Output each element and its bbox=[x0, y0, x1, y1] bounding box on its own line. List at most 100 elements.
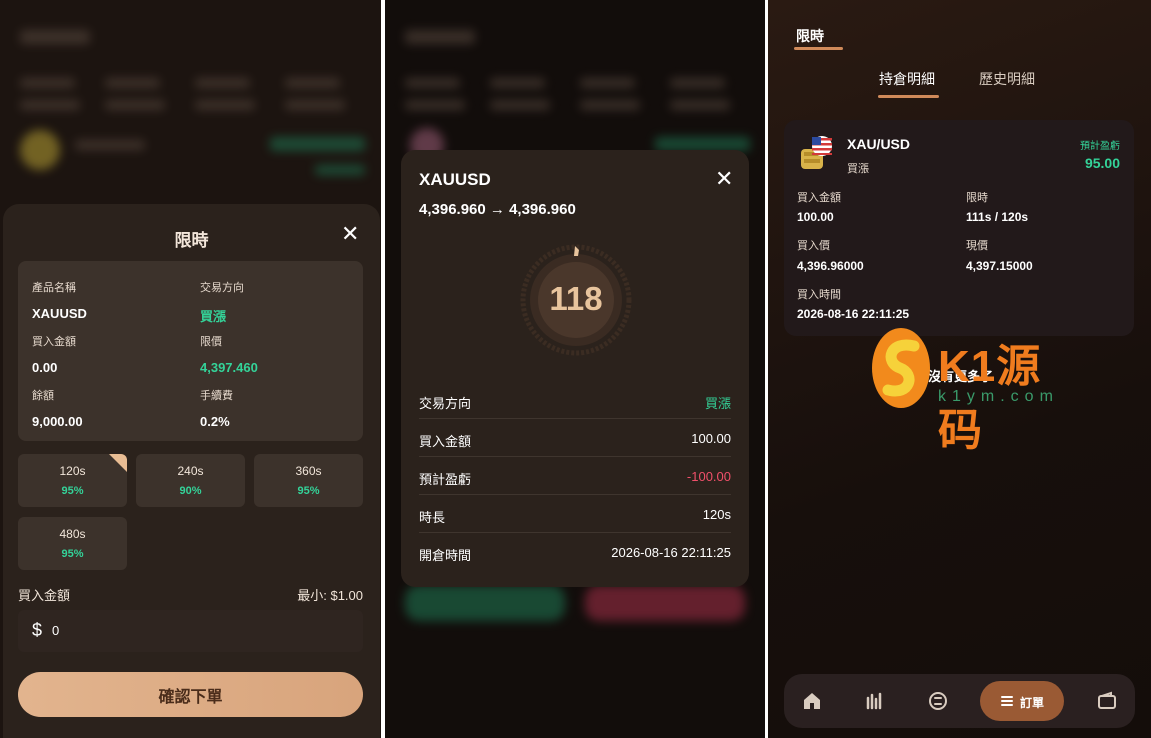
expected-pl-label: 預計盈虧 bbox=[1080, 141, 1120, 152]
detail-label: 買入金額 bbox=[419, 434, 472, 449]
detail-value: 100.00 bbox=[691, 431, 731, 446]
product-field: 產品名稱 XAUUSD bbox=[32, 279, 87, 321]
close-icon[interactable]: ✕ bbox=[341, 223, 359, 245]
dollar-icon: $ bbox=[32, 620, 43, 640]
direction-label: 交易方向 bbox=[200, 282, 244, 294]
duration-time: 240s bbox=[177, 464, 204, 478]
duration-option-120s[interactable]: 120s 95% bbox=[18, 454, 127, 507]
product-label: 產品名稱 bbox=[32, 282, 76, 294]
menu-list-icon bbox=[1001, 696, 1013, 706]
tab-indicator bbox=[794, 47, 843, 50]
countdown-value: 118 bbox=[549, 280, 603, 317]
limit-price-value: 4,397.460 bbox=[200, 360, 258, 375]
detail-label: 預計盈虧 bbox=[419, 472, 472, 487]
tab-limited-time[interactable]: 限時 bbox=[796, 26, 824, 46]
direction-value: 買漲 bbox=[200, 309, 227, 324]
amount-value: 100.00 bbox=[797, 210, 834, 224]
detail-label: 時長 bbox=[419, 510, 446, 525]
position-pair: XAU/USD bbox=[847, 136, 911, 152]
buy-price-label: 買入價 bbox=[797, 240, 830, 252]
price-to: 4,396.960 bbox=[509, 201, 576, 218]
tab-indicator bbox=[878, 95, 939, 98]
market-chart-icon[interactable] bbox=[863, 689, 887, 713]
fee-field: 手續費 0.2% bbox=[200, 387, 233, 429]
amount-input-value[interactable]: 0 bbox=[52, 623, 59, 638]
position-direction: 買漲 bbox=[847, 163, 869, 175]
home-icon[interactable] bbox=[800, 689, 824, 713]
direction-field: 交易方向 買漲 bbox=[200, 279, 244, 325]
duration-option-240s[interactable]: 240s 90% bbox=[136, 454, 245, 507]
limit-price-field: 限價 4,397.460 bbox=[200, 333, 258, 375]
position-card[interactable]: XAU/USD 買漲 預計盈虧 95.00 買入金額 100.00 限時 111… bbox=[784, 120, 1134, 336]
nav-orders-label: 訂單 bbox=[1020, 696, 1045, 710]
selected-corner-marker bbox=[109, 454, 127, 472]
fee-value: 0.2% bbox=[200, 414, 230, 429]
countdown-modal: XAUUSD ✕ 4,396.960 → 4,396.960 118 交易方向 … bbox=[401, 150, 749, 587]
duration-payout: 90% bbox=[179, 485, 202, 497]
fee-label: 手續費 bbox=[200, 390, 233, 402]
watermark-logo: K1源码 k1ym.com bbox=[868, 326, 1078, 455]
min-amount-label: 最小: $1.00 bbox=[297, 588, 363, 603]
amount-input-field[interactable]: $ 0 bbox=[18, 610, 363, 652]
limit-price-label: 限價 bbox=[200, 336, 222, 348]
detail-value: 2026-08-16 22:11:25 bbox=[611, 545, 731, 560]
tab-positions[interactable]: 持倉明細 bbox=[879, 69, 935, 89]
amount-label: 買入金額 bbox=[32, 336, 76, 348]
balance-value: 9,000.00 bbox=[32, 414, 83, 429]
wallet-icon[interactable] bbox=[1095, 689, 1119, 713]
detail-row-duration: 時長 120s bbox=[419, 495, 731, 533]
buy-time-label: 買入時間 bbox=[797, 289, 841, 301]
duration-time: 480s bbox=[59, 527, 86, 541]
current-price-value: 4,397.15000 bbox=[966, 259, 1033, 273]
current-price-label: 現價 bbox=[966, 240, 988, 252]
duration-payout: 95% bbox=[61, 548, 84, 560]
order-sheet-screen: 限時 ✕ 產品名稱 XAUUSD 交易方向 買漲 買入金額 0.00 限價 4,… bbox=[0, 0, 381, 738]
buy-amount-row: 買入金額 最小: $1.00 bbox=[18, 585, 363, 604]
k1-logo-icon bbox=[872, 328, 930, 408]
product-value: XAUUSD bbox=[32, 306, 87, 321]
time-limit-value: 111s / 120s bbox=[966, 210, 1029, 224]
orders-screen: 限時 持倉明細 歷史明細 XAU/USD 買漲 預計盈虧 95.00 買入金額 … bbox=[768, 0, 1151, 738]
detail-row-direction: 交易方向 買漲 bbox=[419, 381, 731, 419]
duration-option-360s[interactable]: 360s 95% bbox=[254, 454, 363, 507]
buy-time-value: 2026-08-16 22:11:25 bbox=[797, 307, 910, 321]
detail-value: 買漲 bbox=[704, 396, 731, 411]
duration-option-480s[interactable]: 480s 95% bbox=[18, 517, 127, 570]
expected-pl-value: 95.00 bbox=[1084, 155, 1120, 171]
buy-price-value: 4,396.96000 bbox=[797, 259, 864, 273]
price-change: 4,396.960 → 4,396.960 bbox=[419, 201, 576, 218]
sheet-title: 限時 bbox=[174, 231, 209, 250]
modal-symbol: XAUUSD bbox=[419, 170, 491, 189]
arrow-right-icon: → bbox=[489, 201, 505, 218]
balance-label: 餘額 bbox=[32, 390, 54, 402]
detail-row-amount: 買入金額 100.00 bbox=[419, 419, 731, 457]
detail-label: 交易方向 bbox=[419, 396, 472, 411]
buy-amount-label: 買入金額 bbox=[18, 588, 71, 603]
gold-usd-flag-icon bbox=[801, 136, 832, 169]
watermark-subtext: k1ym.com bbox=[938, 388, 1059, 405]
detail-label: 開倉時間 bbox=[419, 548, 472, 563]
countdown-screen: XAUUSD ✕ 4,396.960 → 4,396.960 118 交易方向 … bbox=[385, 0, 765, 738]
balance-field: 餘額 9,000.00 bbox=[32, 387, 83, 429]
amount-value: 0.00 bbox=[32, 360, 58, 375]
amount-field: 買入金額 0.00 bbox=[32, 333, 76, 375]
order-bottom-sheet: 限時 ✕ 產品名稱 XAUUSD 交易方向 買漲 買入金額 0.00 限價 4,… bbox=[3, 204, 380, 738]
duration-payout: 95% bbox=[61, 485, 84, 497]
confirm-order-button[interactable]: 確認下單 bbox=[18, 672, 363, 717]
detail-value: 120s bbox=[702, 507, 731, 522]
amount-label: 買入金額 bbox=[797, 192, 841, 204]
duration-time: 360s bbox=[295, 464, 322, 478]
detail-value: -100.00 bbox=[686, 469, 731, 484]
price-from: 4,396.960 bbox=[419, 201, 486, 218]
detail-row-open-time: 開倉時間 2026-08-16 22:11:25 bbox=[419, 533, 731, 571]
order-info-card: 產品名稱 XAUUSD 交易方向 買漲 買入金額 0.00 限價 4,397.4… bbox=[18, 261, 363, 441]
countdown-timer: 118 bbox=[520, 244, 632, 356]
bottom-nav: 訂單 bbox=[784, 674, 1135, 728]
exchange-icon[interactable] bbox=[926, 689, 950, 713]
time-limit-label: 限時 bbox=[966, 192, 988, 204]
duration-payout: 95% bbox=[297, 485, 320, 497]
close-icon[interactable]: ✕ bbox=[715, 168, 733, 190]
detail-row-expected-pl: 預計盈虧 -100.00 bbox=[419, 457, 731, 495]
tab-history[interactable]: 歷史明細 bbox=[979, 69, 1035, 89]
nav-orders-button[interactable]: 訂單 bbox=[980, 681, 1064, 721]
